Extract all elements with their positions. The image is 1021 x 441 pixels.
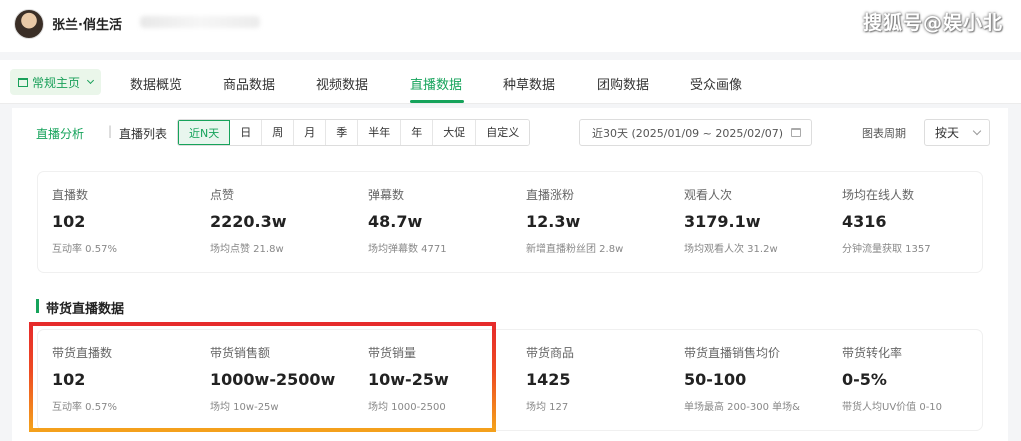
- metric-value: 102: [52, 370, 86, 389]
- metric-value: 1425: [526, 370, 571, 389]
- metric-value: 0-5%: [842, 370, 887, 389]
- chevron-down-icon: [86, 76, 95, 85]
- metric-sub: 场均点赞 21.8w: [210, 244, 284, 255]
- tab-group-buy-data[interactable]: 团购数据: [597, 74, 649, 93]
- subtab-separator: |: [108, 124, 113, 138]
- live-data-panel: 直播分析 | 直播列表 近N天 日 周 月 季 半年 年 大促 自定义 近30天…: [12, 108, 1008, 441]
- account-name: 张兰·俏生活: [52, 18, 122, 33]
- metric-value: 2220.3w: [210, 212, 287, 231]
- metric-label: 场均在线人数: [842, 188, 915, 202]
- metric-sub: 分钟流量获取 1357: [842, 244, 931, 255]
- calendar-icon: [791, 128, 801, 137]
- metric-sub: 场均 10w-25w: [210, 402, 279, 413]
- main-nav: 常规主页 数据概览 商品数据 视频数据 直播数据 种草数据 团购数据 受众画像: [0, 60, 1021, 104]
- metric-label: 带货转化率: [842, 346, 903, 360]
- blurred-account-info: [140, 16, 260, 28]
- metric-value: 3179.1w: [684, 212, 761, 231]
- metric-sub: 带货人均UV价值 0-10: [842, 402, 943, 413]
- range-week[interactable]: 周: [262, 120, 295, 145]
- metric-label: 带货直播数: [52, 346, 113, 360]
- section-title: 带货直播数据: [46, 302, 125, 317]
- avatar[interactable]: [14, 9, 44, 39]
- metric-label: 点赞: [210, 188, 235, 202]
- range-month[interactable]: 月: [294, 120, 327, 145]
- watermark: 搜狐号@娱小北: [862, 12, 1003, 34]
- metric-sub: 单场最高 200-300 单场&: [684, 402, 800, 413]
- metric-sub: 场均 1000-2500: [368, 402, 446, 413]
- chart-period-label: 图表周期: [862, 127, 906, 140]
- range-year[interactable]: 年: [401, 120, 434, 145]
- metric-sub: 场均观看人次 31.2w: [684, 244, 778, 255]
- metric-value: 48.7w: [368, 212, 423, 231]
- tab-video-data[interactable]: 视频数据: [316, 74, 368, 93]
- range-quarter[interactable]: 季: [326, 120, 359, 145]
- metric-label: 带货销量: [368, 346, 417, 360]
- metric-label: 直播涨粉: [526, 188, 575, 202]
- range-day[interactable]: 日: [230, 120, 263, 145]
- home-dropdown[interactable]: 常规主页: [10, 69, 102, 95]
- tab-data-overview[interactable]: 数据概览: [130, 74, 182, 93]
- metric-label: 带货销售额: [210, 346, 271, 360]
- metric-sub: 场均 127: [526, 402, 569, 413]
- metric-sub: 场均弹幕数 4771: [368, 244, 447, 255]
- chevron-down-icon: [972, 126, 982, 136]
- metric-label: 直播数: [52, 188, 89, 202]
- metric-value: 50-100: [684, 370, 747, 389]
- metric-value: 4316: [842, 212, 887, 231]
- metric-label: 带货商品: [526, 346, 575, 360]
- range-half-year[interactable]: 半年: [358, 120, 402, 145]
- metric-sub: 互动率 0.57%: [52, 244, 117, 255]
- metric-value: 102: [52, 212, 86, 231]
- chart-period-value: 按天: [935, 126, 960, 140]
- range-promotion[interactable]: 大促: [433, 120, 477, 145]
- range-custom[interactable]: 自定义: [476, 120, 530, 145]
- range-recent-n-days[interactable]: 近N天: [178, 120, 231, 145]
- tab-seeding-data[interactable]: 种草数据: [503, 74, 555, 93]
- metric-sub: 互动率 0.57%: [52, 402, 117, 413]
- date-range-picker[interactable]: 近30天 (2025/01/09 ~ 2025/02/07): [579, 119, 812, 146]
- chart-period-select[interactable]: 按天: [924, 119, 990, 146]
- metric-value: 1000w-2500w: [210, 370, 336, 389]
- time-range-selector: 近N天 日 周 月 季 半年 年 大促 自定义: [177, 119, 531, 146]
- tab-live-data[interactable]: 直播数据: [410, 74, 462, 93]
- overview-metrics-card: 直播数 102 互动率 0.57% 点赞 2220.3w 场均点赞 21.8w …: [38, 172, 982, 272]
- sales-metrics-card: 带货直播数 102 互动率 0.57% 带货销售额 1000w-2500w 场均…: [38, 330, 982, 430]
- calendar-icon: [18, 77, 28, 87]
- metric-label: 观看人次: [684, 188, 733, 202]
- section-marker: [36, 299, 39, 313]
- account-header: 张兰·俏生活 搜狐号@娱小北: [0, 0, 1021, 52]
- tab-product-data[interactable]: 商品数据: [223, 74, 275, 93]
- metric-label: 带货直播销售均价: [684, 346, 781, 360]
- tab-audience-profile[interactable]: 受众画像: [690, 74, 742, 93]
- subtab-live-analysis[interactable]: 直播分析: [36, 125, 84, 142]
- metric-value: 10w-25w: [368, 370, 449, 389]
- active-tab-indicator: [410, 100, 464, 103]
- metric-label: 弹幕数: [368, 188, 405, 202]
- subtab-live-list[interactable]: 直播列表: [119, 125, 167, 142]
- metric-value: 12.3w: [526, 212, 581, 231]
- date-range-text: 近30天 (2025/01/09 ~ 2025/02/07): [592, 126, 784, 140]
- home-label: 常规主页: [32, 75, 81, 90]
- metric-sub: 新增直播粉丝团 2.8w: [526, 244, 624, 255]
